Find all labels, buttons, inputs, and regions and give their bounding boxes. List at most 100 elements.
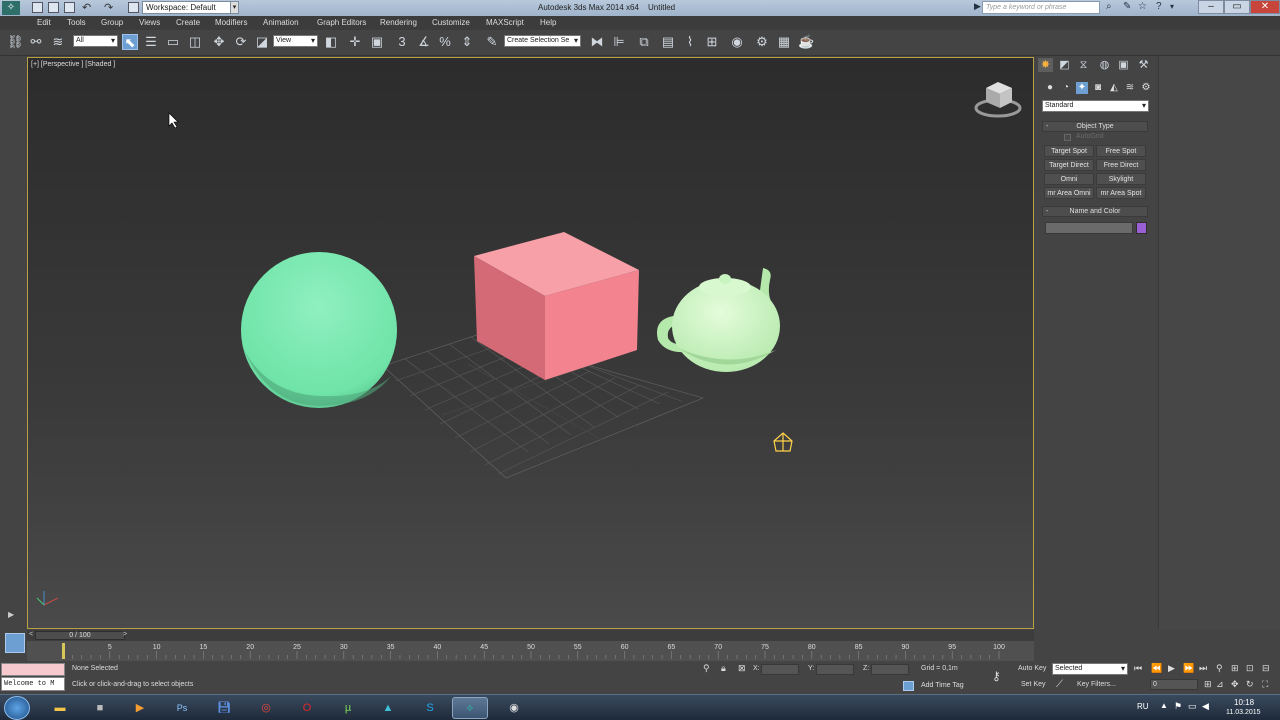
object-type-rollout-header[interactable]: - Object Type	[1042, 121, 1148, 132]
omni-button[interactable]: Omni	[1044, 173, 1094, 185]
absolute-mode-icon[interactable]: ⊠	[738, 663, 746, 674]
menu-help[interactable]: Help	[540, 18, 556, 27]
menu-rendering[interactable]: Rendering	[380, 18, 417, 27]
current-frame-field[interactable]: 0	[1150, 679, 1198, 690]
undo-icon[interactable]: ↶	[82, 1, 91, 14]
explorer-icon[interactable]: ▬	[42, 697, 78, 719]
mr-area-spot-button[interactable]: mr Area Spot	[1096, 187, 1146, 199]
utilities-tab-icon[interactable]: ⚒	[1136, 58, 1151, 72]
time-slider-next-icon[interactable]: >	[123, 631, 127, 638]
key-mode-dropdown[interactable]: Selected	[1052, 663, 1128, 675]
3dsmax-taskbar-icon[interactable]: ✧	[452, 697, 488, 719]
clock-date[interactable]: 11.03.2015	[1226, 709, 1261, 716]
field-of-view-icon[interactable]: ⊿	[1216, 679, 1224, 690]
object-name-input[interactable]	[1045, 222, 1133, 234]
key-filters-button[interactable]: Key Filters...	[1077, 681, 1116, 688]
cameras-icon[interactable]: ◙	[1092, 82, 1104, 94]
add-time-tag-label[interactable]: Add Time Tag	[921, 682, 964, 689]
reference-coordinate-dropdown[interactable]: View	[273, 35, 318, 47]
binoculars-icon[interactable]: ⌕	[1106, 1, 1112, 12]
omni-light-icon[interactable]	[773, 432, 793, 452]
menu-views[interactable]: Views	[139, 18, 160, 27]
maxscript-mini-listener-pink[interactable]	[1, 663, 65, 676]
start-button[interactable]	[4, 696, 30, 720]
isolate-selection-icon[interactable]: ⚲	[703, 663, 710, 674]
object-color-swatch[interactable]	[1136, 222, 1147, 234]
mini-listener-toggle-icon[interactable]	[5, 633, 25, 653]
photoshop-icon[interactable]: Ps	[164, 697, 200, 719]
mr-area-omni-button[interactable]: mr Area Omni	[1044, 187, 1094, 199]
unlink-selection-icon[interactable]: ⚯	[28, 34, 44, 50]
tray-network-icon[interactable]: ▭	[1188, 701, 1197, 712]
goto-end-icon[interactable]: ⏭	[1199, 663, 1207, 674]
teapot-object[interactable]	[657, 268, 780, 372]
menu-customize[interactable]: Customize	[432, 18, 470, 27]
workspace-dropdown[interactable]: Workspace: Default	[142, 1, 232, 14]
autodesk-icon[interactable]: ▲	[370, 697, 406, 719]
key-tangent-icon[interactable]: ⟋	[1056, 679, 1063, 690]
new-file-icon[interactable]	[32, 2, 43, 13]
menu-modifiers[interactable]: Modifiers	[215, 18, 247, 27]
zoom-extents-all-icon[interactable]: ⊟	[1262, 663, 1270, 674]
set-key-button[interactable]: Set Key	[1021, 681, 1046, 688]
layer-manager-icon[interactable]: ⧉	[636, 34, 652, 50]
skylight-button[interactable]: Skylight	[1096, 173, 1146, 185]
rectangular-selection-icon[interactable]: ▭	[165, 34, 181, 50]
chrome-icon[interactable]: ◎	[248, 697, 284, 719]
select-and-link-icon[interactable]: ⛓	[7, 34, 24, 50]
track-bar[interactable]: 5 10 15 20 25 30 35 40 45 50 55 60 65 70 75 80 85 90 95 100	[27, 641, 1034, 661]
menu-tools[interactable]: Tools	[67, 18, 86, 27]
current-time-marker[interactable]	[62, 643, 65, 659]
key-icon[interactable]: ⚷	[992, 669, 1001, 683]
goto-start-icon[interactable]: ⏮	[1134, 663, 1142, 674]
tray-volume-icon[interactable]: ◀	[1202, 701, 1209, 712]
pan-icon[interactable]: ✥	[1231, 679, 1239, 690]
orbit-icon[interactable]: ↻	[1246, 679, 1254, 690]
expand-arrow-icon[interactable]: ▶	[8, 610, 14, 619]
spinner-snap-icon[interactable]: ⇕	[459, 34, 475, 50]
sphere-object[interactable]	[241, 252, 397, 408]
time-slider[interactable]: < 0 / 100 >	[27, 630, 1034, 641]
save-file-icon[interactable]	[64, 2, 75, 13]
clock-time[interactable]: 10:18	[1234, 698, 1254, 707]
select-object-icon[interactable]: ⬉	[122, 34, 138, 50]
geometry-icon[interactable]: ●	[1044, 82, 1056, 94]
systems-icon[interactable]: ⚙	[1140, 82, 1152, 94]
mirror-icon[interactable]: ⧓	[589, 34, 605, 50]
shapes-icon[interactable]: ◔	[1060, 82, 1072, 94]
minimize-button[interactable]: –	[1198, 0, 1224, 14]
motion-tab-icon[interactable]: ◍	[1097, 58, 1112, 72]
app-logo-icon[interactable]: ✧	[2, 1, 20, 15]
infocenter-arrow-icon[interactable]: ▶	[974, 1, 981, 12]
selection-filter-dropdown[interactable]: All	[73, 35, 118, 47]
menu-graph-editors[interactable]: Graph Editors	[317, 18, 366, 27]
menu-create[interactable]: Create	[176, 18, 200, 27]
app-gray-icon[interactable]: ■	[82, 697, 118, 719]
zoom-all-icon[interactable]: ⊞	[1231, 663, 1239, 674]
workspace-dropdown-arrow-icon[interactable]: ▾	[230, 1, 239, 14]
window-crossing-icon[interactable]: ◫	[187, 34, 203, 50]
help-dropdown-icon[interactable]: ▾	[1170, 2, 1174, 11]
zoom-extents-icon[interactable]: ⊡	[1246, 663, 1254, 674]
keyword-search-input[interactable]: Type a keyword or phrase	[982, 1, 1100, 14]
select-and-scale-icon[interactable]: ◪	[254, 34, 270, 50]
close-button[interactable]: ✕	[1250, 0, 1280, 14]
free-spot-button[interactable]: Free Spot	[1096, 145, 1146, 157]
obs-icon[interactable]: ◉	[496, 697, 532, 719]
render-setup-icon[interactable]: ⚙	[754, 34, 770, 50]
rendered-frame-window-icon[interactable]: ▦	[776, 34, 792, 50]
keyboard-shortcut-override-icon[interactable]: ▣	[369, 34, 385, 50]
bind-to-space-warp-icon[interactable]: ≋	[50, 34, 66, 50]
select-by-name-icon[interactable]: ☰	[143, 34, 159, 50]
menu-animation[interactable]: Animation	[263, 18, 299, 27]
time-tag-icon[interactable]	[903, 681, 914, 691]
pivot-center-icon[interactable]: ◧	[323, 34, 339, 50]
hierarchy-tab-icon[interactable]: ⧖	[1076, 58, 1091, 72]
lights-icon[interactable]: ✦	[1076, 82, 1088, 94]
edit-named-selection-icon[interactable]: ✎	[484, 34, 500, 50]
target-spot-button[interactable]: Target Spot	[1044, 145, 1094, 157]
select-and-move-icon[interactable]: ✥	[211, 34, 227, 50]
time-configuration-icon[interactable]: ⊞	[1204, 679, 1212, 690]
angle-snap-icon[interactable]: ∡	[416, 34, 432, 50]
x-coordinate-field[interactable]	[761, 664, 799, 675]
